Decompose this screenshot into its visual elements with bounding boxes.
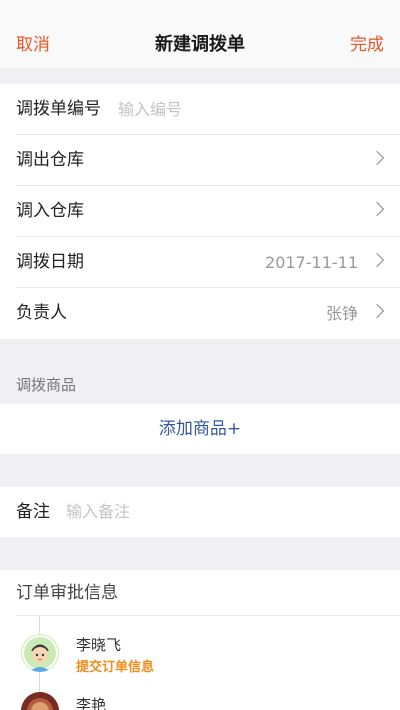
- done-button[interactable]: 完成: [350, 34, 384, 56]
- person-avatar-icon: [21, 692, 59, 710]
- transfer-date-row[interactable]: 调拨日期 2017-11-11: [16, 237, 400, 288]
- chevron-right-icon: [369, 303, 385, 319]
- out-warehouse-label: 调出仓库: [16, 150, 84, 170]
- person-in-charge-label: 负责人: [16, 303, 67, 323]
- transfer-date-value: 2017-11-11: [265, 253, 358, 272]
- transfer-date-label: 调拨日期: [16, 252, 84, 272]
- goods-section-header: 调拨商品: [16, 376, 77, 394]
- order-number-label: 调拨单编号: [16, 99, 101, 119]
- order-number-row[interactable]: 调拨单编号 输入编号: [16, 84, 400, 135]
- remark-input[interactable]: 输入备注: [66, 487, 130, 537]
- approval-info: 订单审批信息 李晓飞 提交订单信息 李艳: [0, 570, 400, 710]
- in-warehouse-row[interactable]: 调入仓库: [16, 186, 400, 237]
- chevron-right-icon: [369, 252, 385, 268]
- page-title: 新建调拨单: [155, 34, 245, 55]
- transfer-form: 调拨单编号 输入编号 调出仓库 调入仓库 调拨日期 2017-11-11 负责人…: [0, 84, 400, 339]
- in-warehouse-label: 调入仓库: [16, 201, 84, 221]
- remark-label: 备注: [16, 502, 50, 522]
- remark-row[interactable]: 备注 输入备注: [0, 487, 400, 537]
- person-in-charge-value: 张铮: [325, 304, 358, 323]
- approver-name: 李艳: [76, 696, 107, 710]
- approver-name: 李晓飞: [76, 636, 122, 654]
- navigation-bar: 取消 新建调拨单 完成: [0, 0, 400, 68]
- add-goods-button[interactable]: 添加商品+: [0, 404, 400, 454]
- chevron-right-icon: [369, 150, 385, 166]
- person-in-charge-row[interactable]: 负责人 张铮: [16, 288, 400, 339]
- order-number-input[interactable]: 输入编号: [118, 84, 182, 135]
- boy-avatar-icon: [21, 634, 59, 672]
- approval-title: 订单审批信息: [16, 570, 400, 616]
- approver-action: 提交订单信息: [76, 660, 155, 675]
- chevron-right-icon: [369, 201, 385, 217]
- out-warehouse-row[interactable]: 调出仓库: [16, 135, 400, 186]
